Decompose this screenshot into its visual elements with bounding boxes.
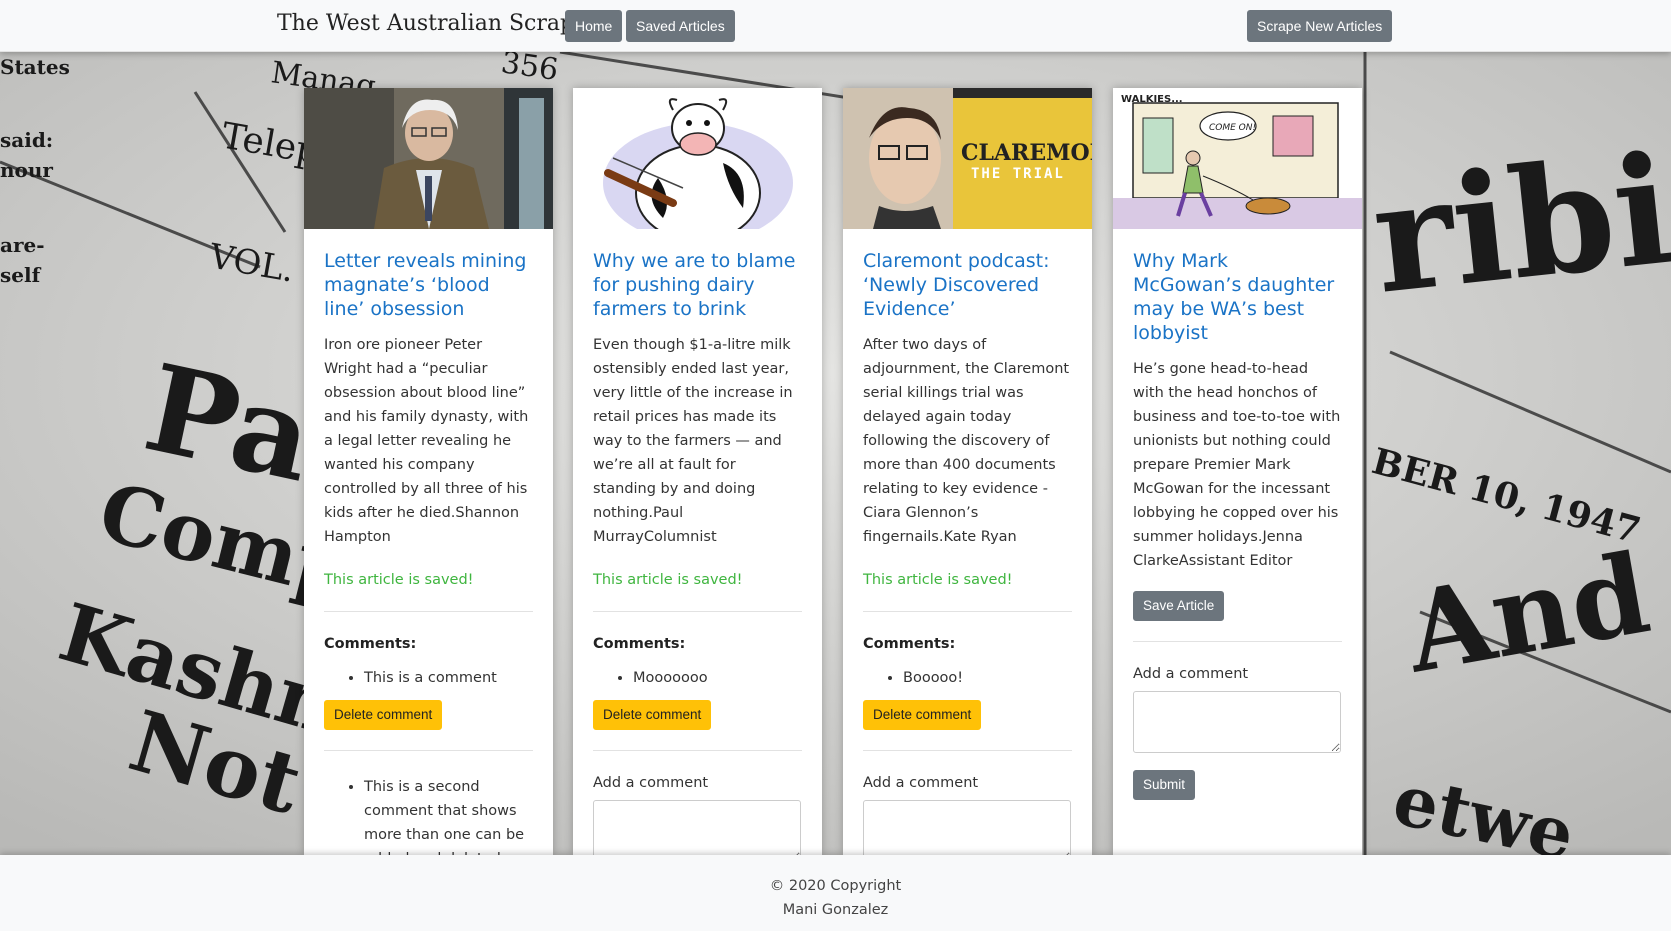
brand-title[interactable]: The West Australian Scraper — [277, 11, 598, 36]
comment-textarea[interactable] — [593, 800, 801, 855]
comments-heading: Comments: — [863, 636, 956, 652]
divider — [324, 750, 533, 751]
divider — [863, 750, 1072, 751]
bg-word: said: — [0, 128, 53, 152]
save-article-button[interactable]: Save Article — [1133, 591, 1225, 621]
comments-heading: Comments: — [324, 636, 417, 652]
copyright-text: © 2020 Copyright — [769, 878, 902, 894]
article-image-portrait — [304, 88, 553, 229]
article-title[interactable]: Claremont podcast: ‘Newly Discovered Evi… — [863, 249, 1072, 321]
home-button[interactable]: Home — [565, 10, 623, 42]
article-image-cow-cartoon — [573, 88, 822, 229]
article-image-walkies-cartoon: WALKIES... COME ON! — [1113, 88, 1362, 229]
bg-word: nour — [0, 158, 53, 182]
divider — [593, 611, 802, 612]
saved-status: This article is saved! — [324, 572, 474, 588]
article-title[interactable]: Letter reveals mining magnate’s ‘blood l… — [324, 249, 533, 321]
navbar: The West Australian Scraper Home Saved A… — [0, 0, 1671, 52]
bg-word: States — [0, 55, 70, 79]
add-comment-label: Add a comment — [1133, 666, 1249, 682]
article-summary: After two days of adjournment, the Clare… — [863, 337, 1070, 545]
comment-item: Mooooooo — [633, 666, 802, 690]
divider — [1133, 641, 1342, 642]
delete-comment-button[interactable]: Delete comment — [324, 700, 443, 730]
newspaper-background: Manag 356 Teleph VOL. Pa Comp Kashn Not … — [0, 52, 1671, 855]
comment-list: Mooooooo — [593, 666, 802, 690]
submit-comment-button[interactable]: Submit — [1133, 770, 1196, 800]
article-title[interactable]: Why Mark McGowan’s daughter may be WA’s … — [1133, 249, 1342, 345]
image-caption: COME ON! — [1209, 123, 1256, 133]
divider — [863, 611, 1072, 612]
scrape-new-articles-button[interactable]: Scrape New Articles — [1247, 10, 1393, 42]
comment-textarea[interactable] — [863, 800, 1071, 855]
newspaper-background-image: Manag 356 Teleph VOL. Pa Comp Kashn Not … — [0, 52, 1671, 855]
add-comment-label: Add a comment — [593, 775, 709, 791]
comment-list: This is a second comment that shows more… — [324, 775, 533, 855]
author-name: Mani Gonzalez — [782, 902, 889, 918]
add-comment-label: Add a comment — [863, 775, 979, 791]
article-card: Why we are to blame for pushing dairy fa… — [573, 88, 822, 855]
article-card: Letter reveals mining magnate’s ‘blood l… — [304, 88, 553, 855]
delete-comment-button[interactable]: Delete comment — [593, 700, 712, 730]
article-summary: Even though $1-a-litre milk ostensibly e… — [593, 337, 793, 545]
divider — [593, 750, 802, 751]
comments-heading: Comments: — [593, 636, 686, 652]
article-image-claremont-trial: CLAREMONT THE TRIAL — [843, 88, 1092, 229]
article-summary: He’s gone head-to-head with the head hon… — [1133, 361, 1341, 569]
divider — [324, 611, 533, 612]
saved-status: This article is saved! — [593, 572, 743, 588]
comment-list: This is a comment — [324, 666, 533, 690]
bg-word: are- — [0, 233, 45, 257]
comment-item: This is a comment — [364, 666, 533, 690]
article-card: WALKIES... COME ON! Why Mark McGowan’s d… — [1113, 88, 1362, 855]
article-summary: Iron ore pioneer Peter Wright had a “pec… — [324, 337, 529, 545]
image-caption: WALKIES... — [1121, 94, 1183, 105]
article-card: CLAREMONT THE TRIAL Claremont podcast: ‘… — [843, 88, 1092, 855]
comment-item: Booooo! — [903, 666, 1072, 690]
comment-textarea[interactable] — [1133, 691, 1341, 753]
bg-word: self — [0, 263, 42, 287]
comment-item: This is a second comment that shows more… — [364, 775, 533, 855]
image-caption: CLAREMONT — [961, 140, 1092, 166]
saved-status: This article is saved! — [863, 572, 1013, 588]
footer: © 2020 Copyright Mani Gonzalez — [0, 855, 1671, 931]
comment-list: Booooo! — [863, 666, 1072, 690]
image-caption: THE TRIAL — [971, 166, 1065, 182]
article-title[interactable]: Why we are to blame for pushing dairy fa… — [593, 249, 802, 321]
bg-word: ribi — [1365, 122, 1671, 328]
delete-comment-button[interactable]: Delete comment — [863, 700, 982, 730]
saved-articles-button[interactable]: Saved Articles — [626, 10, 735, 42]
